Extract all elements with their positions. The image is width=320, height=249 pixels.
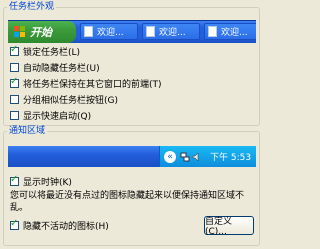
tray-preview-bar: « 下午 5:53	[8, 146, 256, 167]
quick-launch-label: 显示快速启动(Q)	[23, 112, 92, 122]
taskbar-task-preview: 欢迎...	[80, 23, 138, 40]
group-similar-checkbox[interactable]	[10, 95, 19, 104]
keep-on-top-option[interactable]: 将任务栏保持在其它窗口的前端(T)	[10, 76, 162, 90]
lock-taskbar-checkbox[interactable]	[10, 44, 19, 56]
windows-logo-icon	[14, 26, 26, 38]
hide-inactive-label: 隐藏不活动的图标(H)	[23, 222, 109, 232]
keep-on-top-label: 将任务栏保持在其它窗口的前端(T)	[23, 80, 162, 90]
quick-launch-option[interactable]: 显示快速启动(Q)	[10, 109, 91, 122]
auto-hide-label: 自动隐藏任务栏(U)	[23, 64, 100, 74]
taskbar-task-preview: 欢迎...	[204, 23, 256, 40]
taskbar-preview: 开始 欢迎... 欢迎... 欢迎...	[8, 20, 256, 43]
hide-inactive-checkbox[interactable]	[10, 218, 19, 230]
task-label: 欢迎...	[221, 28, 248, 38]
volume-icon	[192, 151, 199, 162]
document-icon	[208, 26, 217, 37]
quick-launch-checkbox[interactable]	[10, 111, 19, 120]
hide-inactive-option[interactable]: 隐藏不活动的图标(H)	[10, 218, 109, 232]
group-similar-option[interactable]: 分组相似任务栏按钮(G)	[10, 93, 118, 106]
start-label: 开始	[30, 26, 52, 39]
notification-tray-preview: « 下午 5:53	[159, 146, 256, 167]
auto-hide-option[interactable]: 自动隐藏任务栏(U)	[10, 61, 100, 74]
task-label: 欢迎...	[97, 28, 124, 38]
auto-hide-checkbox[interactable]	[10, 63, 19, 72]
tray-clock: 下午 5:53	[210, 153, 252, 163]
group-similar-label: 分组相似任务栏按钮(G)	[23, 96, 118, 106]
show-clock-checkbox[interactable]	[10, 174, 19, 186]
customize-button[interactable]: 自定义(C)...	[204, 216, 254, 237]
task-label: 欢迎...	[159, 28, 186, 38]
notification-area-group: 通知区域 « 下午 5:53 显示时钟(K) 您可以将最近没有点过的图标隐藏起来…	[3, 126, 260, 246]
lock-taskbar-label: 锁定任务栏(L)	[23, 48, 81, 58]
lock-taskbar-option[interactable]: 锁定任务栏(L)	[10, 44, 81, 58]
network-icon	[180, 152, 190, 161]
taskbar-appearance-group: 任务栏外观 开始 欢迎... 欢迎... 欢迎... 锁定任务栏(L) 自动隐藏…	[3, 2, 260, 126]
chevron-left-icon: «	[164, 150, 176, 163]
taskbar-task-preview: 欢迎...	[142, 23, 200, 40]
document-icon	[84, 26, 93, 37]
keep-on-top-checkbox[interactable]	[10, 76, 19, 88]
notification-area-title: 通知区域	[7, 126, 48, 137]
start-button-preview: 开始	[8, 21, 76, 43]
show-clock-option[interactable]: 显示时钟(K)	[10, 174, 72, 188]
hide-icons-description: 您可以将最近没有点过的图标隐藏起来以便保持通知区域不乱。	[10, 191, 245, 213]
taskbar-appearance-title: 任务栏外观	[7, 2, 57, 13]
show-clock-label: 显示时钟(K)	[23, 178, 72, 188]
document-icon	[146, 26, 155, 37]
